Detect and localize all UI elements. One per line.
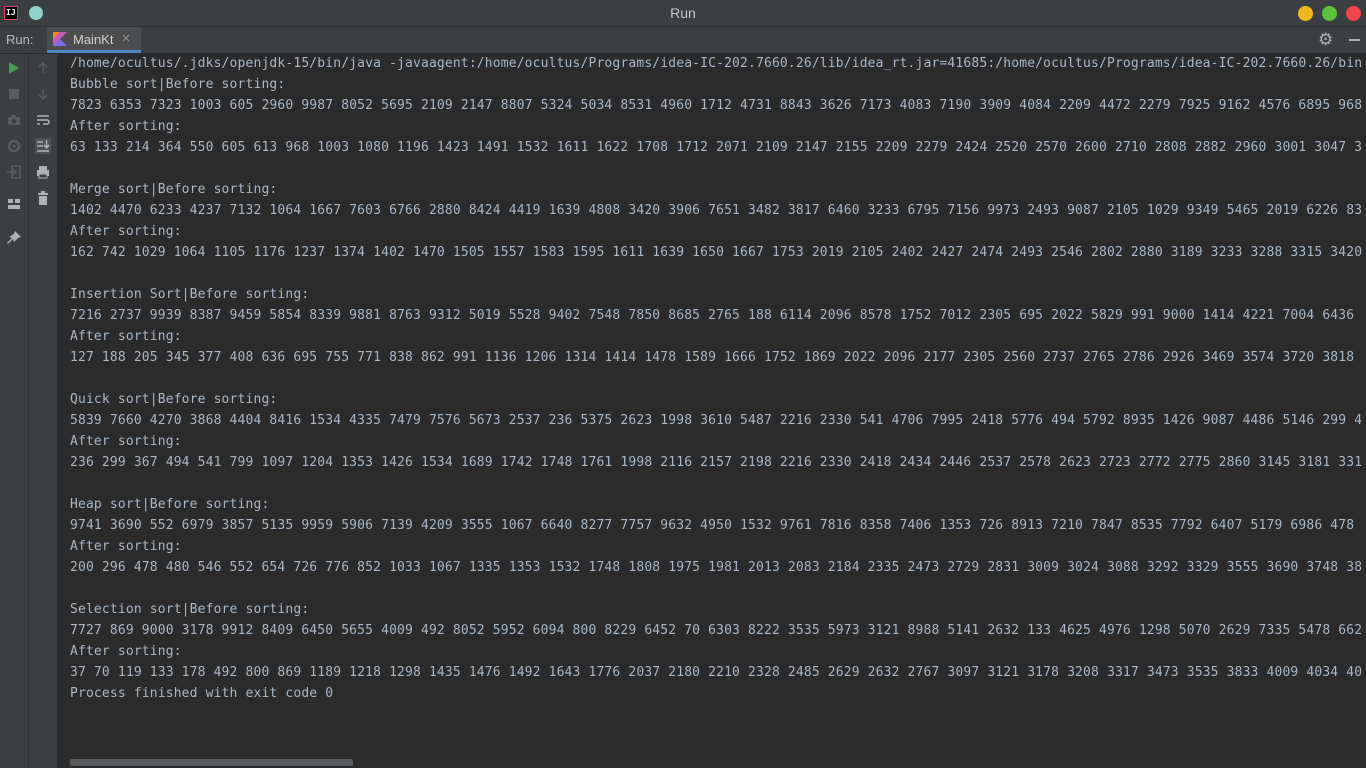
console-line-command: /home/ocultus/.jdks/openjdk-15/bin/java …: [70, 56, 1363, 71]
scroll-to-end-icon[interactable]: [35, 138, 51, 154]
console-line: 236 299 367 494 541 799 1097 1204 1353 1…: [70, 455, 1363, 470]
arrow-down-icon[interactable]: [35, 86, 51, 102]
layout-icon[interactable]: [6, 196, 22, 212]
close-window-button[interactable]: [1346, 6, 1361, 21]
pin-icon[interactable]: [6, 230, 22, 246]
console-line: After sorting:: [70, 119, 182, 134]
tab-mainkt-label: MainKt: [73, 32, 114, 47]
console-line: Merge sort|Before sorting:: [70, 182, 278, 197]
run-toolwindow-header: Run: MainKt × ⚙: [0, 27, 1366, 54]
trash-icon[interactable]: [35, 190, 51, 206]
console-line: After sorting:: [70, 224, 182, 239]
console-line: 7727 869 9000 3178 9912 8409 6450 5655 4…: [70, 623, 1363, 638]
soft-wrap-icon[interactable]: [35, 112, 51, 128]
console-line: 63 133 214 364 550 605 613 968 1003 1080…: [70, 140, 1363, 155]
window-titlebar: IJ Run: [0, 0, 1366, 27]
console-line: After sorting:: [70, 644, 182, 659]
console-line: 37 70 119 133 178 492 800 869 1189 1218 …: [70, 665, 1363, 680]
kotlin-icon: [53, 32, 67, 46]
console-line: Insertion Sort|Before sorting:: [70, 287, 310, 302]
console-line: Quick sort|Before sorting:: [70, 392, 278, 407]
console-line-exit: Process finished with exit code 0: [70, 686, 334, 701]
run-actions-toolbar: [0, 54, 29, 768]
horizontal-scrollbar-thumb[interactable]: [70, 759, 353, 766]
hide-panel-icon[interactable]: [1349, 39, 1360, 41]
gear-icon[interactable]: ⚙: [1318, 30, 1333, 50]
print-icon[interactable]: [35, 164, 51, 180]
close-tab-icon[interactable]: ×: [121, 31, 131, 45]
console-line: After sorting:: [70, 539, 182, 554]
run-label: Run:: [6, 32, 34, 47]
arrow-up-icon[interactable]: [35, 60, 51, 76]
console-line: Selection sort|Before sorting:: [70, 602, 310, 617]
console-line: After sorting:: [70, 434, 182, 449]
console-line: 5839 7660 4270 3868 4404 8416 1534 4335 …: [70, 413, 1363, 428]
tab-mainkt[interactable]: MainKt ×: [47, 27, 141, 53]
rerun-icon[interactable]: [6, 60, 22, 76]
console-line: 7823 6353 7323 1003 605 2960 9987 8052 5…: [70, 98, 1363, 113]
console-output[interactable]: /home/ocultus/.jdks/openjdk-15/bin/java …: [58, 54, 1366, 768]
exit-icon[interactable]: [6, 164, 22, 180]
console-line: 162 742 1029 1064 1105 1176 1237 1374 14…: [70, 245, 1363, 260]
console-line: 1402 4470 6233 4237 7132 1064 1667 7603 …: [70, 203, 1363, 218]
console-line: Heap sort|Before sorting:: [70, 497, 270, 512]
maximize-window-button[interactable]: [1322, 6, 1337, 21]
settings-icon[interactable]: [6, 138, 22, 154]
console-toolbar: [29, 54, 58, 768]
window-title: Run: [670, 5, 696, 21]
console-line: Bubble sort|Before sorting:: [70, 77, 286, 92]
console-line: 7216 2737 9939 8387 9459 5854 8339 9881 …: [70, 308, 1355, 323]
console-line: After sorting:: [70, 329, 182, 344]
console-line: 200 296 478 480 546 552 654 726 776 852 …: [70, 560, 1363, 575]
console-line: 9741 3690 552 6979 3857 5135 9959 5906 7…: [70, 518, 1355, 533]
console-line: 127 188 205 345 377 408 636 695 755 771 …: [70, 350, 1355, 365]
minimize-window-button[interactable]: [1298, 6, 1313, 21]
camera-icon[interactable]: [6, 112, 22, 128]
stop-icon[interactable]: [6, 86, 22, 102]
